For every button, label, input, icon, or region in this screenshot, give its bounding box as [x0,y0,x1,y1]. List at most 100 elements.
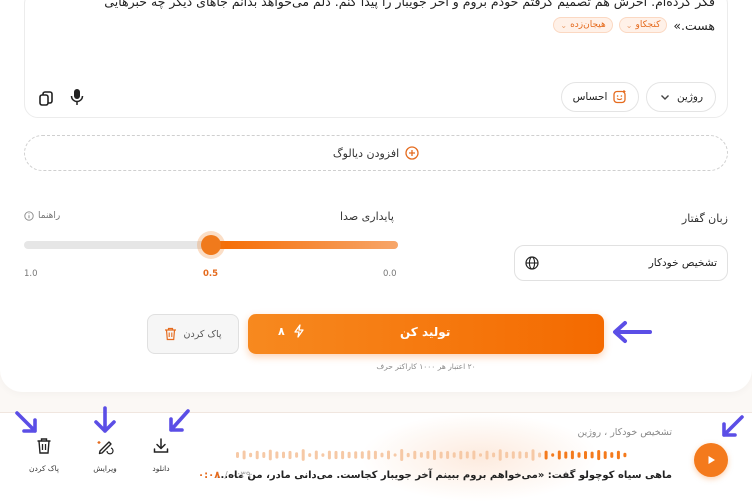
waveform-bar [452,452,456,458]
track-title: ماهی سیاه کوچولو گفت: «می‌خواهم بروم ببی… [216,470,672,481]
generate-button[interactable]: تولید کن ۸ [248,314,604,354]
waveform-bar [360,451,364,459]
trash-icon [165,327,177,341]
lightning-icon [294,324,304,338]
waveform-bar [268,449,272,461]
info-icon [24,211,34,221]
waveform-bar [492,452,496,458]
stability-slider-fill [211,241,398,249]
play-icon [708,456,715,464]
emotion-button[interactable]: احساس [561,82,639,112]
waveform-bar [242,450,246,460]
emotion-tag-label: هیجان‌زده [570,20,606,30]
stability-tick-mid: 0.5 [203,269,219,279]
waveform-bar [308,453,312,457]
waveform-bar [249,452,253,458]
script-text-line-2: هست.» کنجکاو ⌄ هیجان‌زده ⌄ [553,17,715,33]
stability-guide-label: راهنما [38,211,61,221]
download-icon [153,438,169,453]
waveform-bar [282,451,285,459]
waveform-bar [485,450,489,460]
script-text-line-1: فکر کرده‌ام. آخرش هم تصمیم گرفتم خودم بر… [104,0,715,9]
speaker-select[interactable]: روژین [646,82,716,112]
delete-button[interactable]: پاک کردن [14,437,74,473]
stability-label: پایداری صدا [340,210,394,223]
waveform-bar [597,450,601,461]
waveform-bar [413,450,417,460]
magic-pen-icon [97,441,114,455]
language-label: زبان گفتار [681,212,728,225]
smile-plus-icon [613,90,627,104]
waveform-bar [314,450,318,460]
generate-cost: ۸ [278,324,305,338]
stability-guide[interactable]: راهنما [24,211,60,221]
clear-button[interactable]: پاک کردن [147,314,239,354]
waveform-bar [538,452,542,458]
waveform-bar [327,450,331,460]
stability-tick-max: 1.0 [24,269,38,279]
waveform-bar [354,451,358,459]
waveform-bar [570,450,574,460]
waveform-bar [446,451,450,459]
waveform-bar [288,450,292,460]
pointer-arrow-icon [94,406,116,433]
chevron-down-icon: ⌄ [625,20,633,30]
generate-cost-value: ۸ [278,324,285,338]
microphone-icon [70,89,84,105]
chevron-down-icon [660,95,669,100]
copy-icon [39,91,53,106]
generate-button-label: تولید کن [400,325,451,339]
waveform-bar [419,452,423,458]
copy-button[interactable] [35,87,57,109]
waveform-bar [439,451,443,459]
waveform-bar [301,449,305,461]
add-dialog-button[interactable]: افزودن دیالوگ [24,135,728,171]
waveform-bar [551,453,555,457]
waveform-bar [531,449,535,461]
total-time: ۰:۳۹ [231,470,252,481]
waveform-bar [255,450,259,460]
waveform-bar [400,449,404,461]
waveform-bar [236,452,239,458]
waveform-bar [380,452,384,458]
delete-label: پاک کردن [28,464,60,473]
edit-button[interactable]: ویرایش [75,437,135,473]
pointer-arrow-icon [169,409,190,432]
stability-slider[interactable] [24,235,398,255]
emotion-tag-label: کنجکاو [635,20,661,30]
waveform-bar [518,451,522,459]
microphone-button[interactable] [66,86,88,108]
time-separator: / [224,470,228,481]
language-select-value: تشخیص خودکار [648,257,717,269]
waveform-bar [472,450,476,460]
waveform[interactable] [236,448,630,462]
current-time: ۰:۰۸ [198,470,221,481]
script-textarea[interactable]: فکر کرده‌ام. آخرش هم تصمیم گرفتم خودم بر… [24,0,728,118]
waveform-bar [367,450,371,460]
waveform-bar [321,453,325,457]
waveform-bar [524,451,528,459]
waveform-bar [564,451,568,459]
composer-card: فکر کرده‌ام. آخرش هم تصمیم گرفتم خودم بر… [0,0,752,392]
waveform-bar [341,450,345,460]
emotion-tag-excited[interactable]: هیجان‌زده ⌄ [553,17,613,33]
pointer-arrow-icon [613,321,652,343]
globe-icon [525,256,539,270]
waveform-bar [387,450,390,460]
stability-slider-handle[interactable] [201,235,221,255]
waveform-bar [459,450,463,460]
waveform-bar [373,450,377,460]
pointer-arrow-icon [722,415,744,437]
download-button[interactable]: دانلود [131,437,191,473]
play-button[interactable] [694,443,728,477]
waveform-bar [603,451,607,459]
pointer-arrow-icon [15,411,37,433]
emotion-tag-curious[interactable]: کنجکاو ⌄ [618,17,668,33]
language-select[interactable]: تشخیص خودکار [514,245,728,281]
waveform-bar [426,451,430,459]
add-dialog-label: افزودن دیالوگ [332,146,400,160]
time-readout: ۰:۰۸ / ۰:۳۹ [198,470,251,481]
clear-button-label: پاک کردن [183,328,222,340]
waveform-bar [334,450,338,460]
waveform-bar [479,453,482,457]
